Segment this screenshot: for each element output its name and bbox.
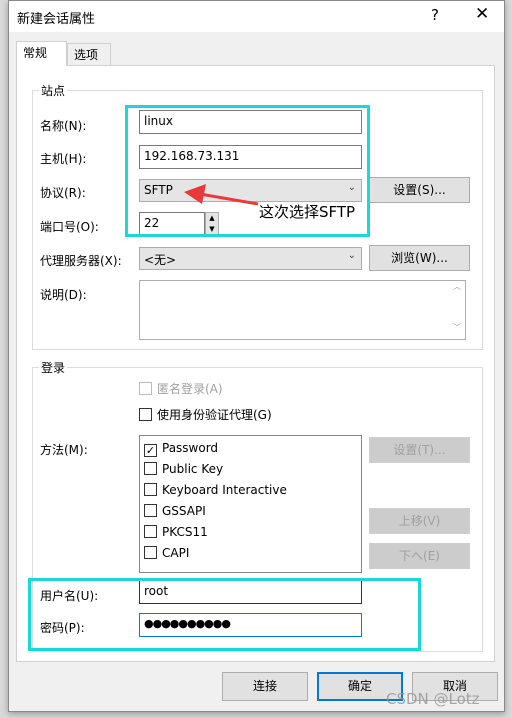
method-list[interactable]: ✓ Password Public Key Keyboard Interactive G… xyxy=(139,435,362,573)
proxy-value: <无> xyxy=(144,253,177,267)
tab-general[interactable]: 常规 xyxy=(16,41,67,66)
method-label-text: Keyboard Interactive xyxy=(162,483,287,497)
proxy-label: 代理服务器(X): xyxy=(40,254,122,268)
checkbox-icon: ✓ xyxy=(144,444,157,457)
checkbox-icon xyxy=(144,525,157,538)
checkbox-icon xyxy=(144,546,157,559)
description-label: 说明(D): xyxy=(40,288,87,302)
method-item[interactable]: PKCS11 xyxy=(140,522,361,543)
red-arrow-icon xyxy=(184,184,259,206)
proxy-select[interactable]: <无> ⌄ xyxy=(139,247,362,270)
checkbox-icon xyxy=(144,483,157,496)
method-label-text: PKCS11 xyxy=(162,525,208,539)
title-bar: 新建会话属性 ? ✕ xyxy=(9,1,504,32)
method-label-text: GSSAPI xyxy=(162,504,206,518)
method-settings-button[interactable]: 设置(T)... xyxy=(369,437,470,463)
method-label-text: CAPI xyxy=(162,546,190,560)
description-scrollbar[interactable]: ︿ ﹀ xyxy=(449,281,465,339)
connect-button[interactable]: 连接 xyxy=(222,672,308,701)
protocol-label: 协议(R): xyxy=(40,186,86,200)
watermark: CSDN @Lotz xyxy=(386,690,480,708)
anonymous-login-label: 匿名登录(A) xyxy=(157,382,223,396)
help-icon[interactable]: ? xyxy=(431,6,439,24)
site-legend: 站点 xyxy=(39,82,68,99)
use-agent-checkbox[interactable]: 使用身份验证代理(G) xyxy=(139,406,272,423)
anonymous-login-checkbox[interactable]: 匿名登录(A) xyxy=(139,380,223,397)
checkbox-icon xyxy=(139,408,152,421)
checkbox-icon xyxy=(144,462,157,475)
description-textarea[interactable] xyxy=(139,280,466,340)
annotation-text: 这次选择SFTP xyxy=(259,203,356,221)
method-item[interactable]: ✓ Password xyxy=(140,438,361,459)
dialog-title: 新建会话属性 xyxy=(17,12,96,27)
method-label-text: Public Key xyxy=(162,462,224,476)
protocol-settings-button[interactable]: 设置(S)... xyxy=(369,177,470,203)
login-legend: 登录 xyxy=(39,359,68,376)
move-down-button[interactable]: 下へ(E) xyxy=(369,543,470,569)
close-icon[interactable]: ✕ xyxy=(475,4,489,24)
method-item[interactable]: CAPI xyxy=(140,543,361,564)
method-item[interactable]: Keyboard Interactive xyxy=(140,480,361,501)
proxy-browse-button[interactable]: 浏览(W)... xyxy=(369,245,470,271)
method-label-text: Password xyxy=(162,441,219,455)
name-label: 名称(N): xyxy=(40,119,87,133)
port-label: 端口号(O): xyxy=(40,220,99,234)
host-label: 主机(H): xyxy=(40,152,87,166)
move-up-button[interactable]: 上移(V) xyxy=(369,508,470,534)
tab-options[interactable]: 选项 xyxy=(67,43,111,65)
checkbox-icon xyxy=(139,382,152,395)
use-agent-label: 使用身份验证代理(G) xyxy=(157,408,272,422)
method-item[interactable]: GSSAPI xyxy=(140,501,361,522)
method-item[interactable]: Public Key xyxy=(140,459,361,480)
highlight-box-login xyxy=(28,578,421,651)
checkbox-icon xyxy=(144,504,157,517)
method-label: 方法(M): xyxy=(40,443,88,457)
chevron-down-icon: ⌄ xyxy=(347,250,356,261)
